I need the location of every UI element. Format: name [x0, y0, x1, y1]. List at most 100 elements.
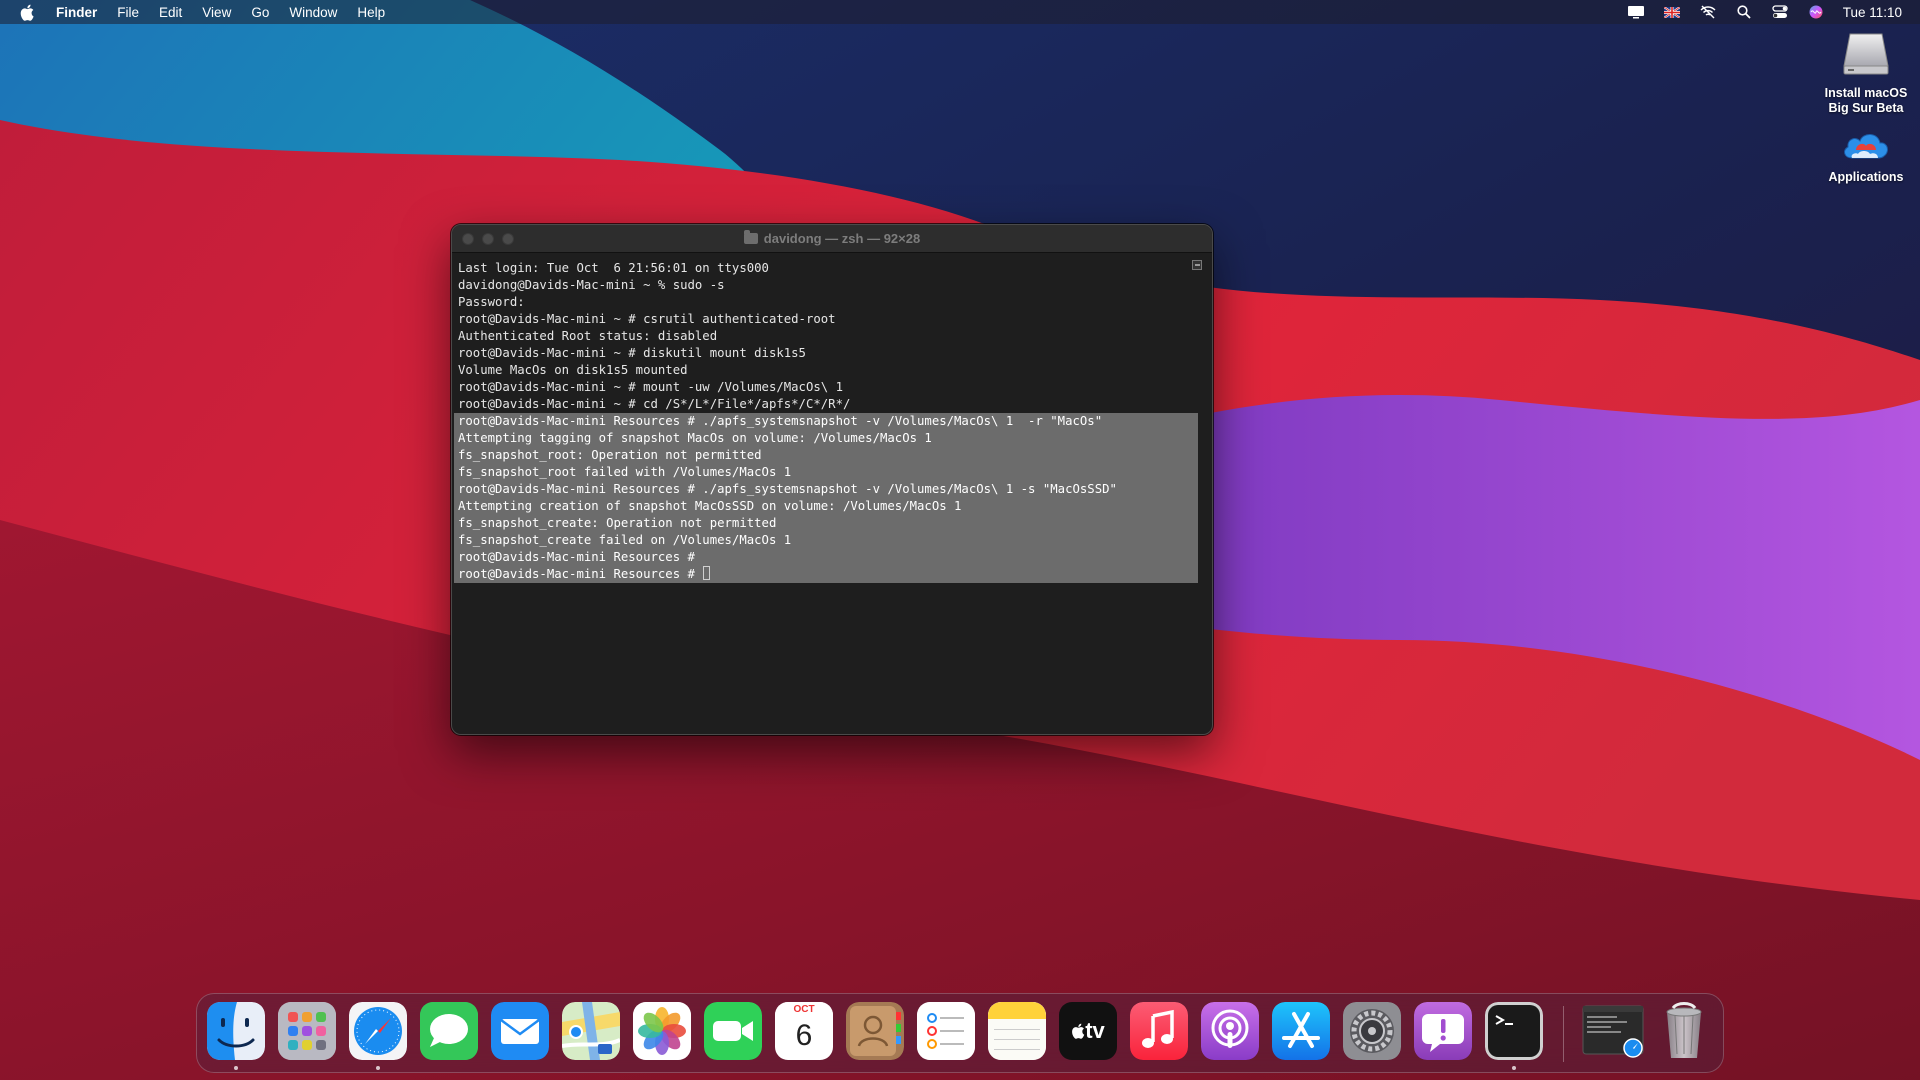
dock-tv[interactable]: tv [1059, 1002, 1117, 1060]
dock-notes[interactable] [988, 1002, 1046, 1060]
apple-logo-icon [1072, 1023, 1085, 1039]
window-title: davidong — zsh — 92×28 [743, 230, 921, 246]
terminal-window[interactable]: davidong — zsh — 92×28 Last login: Tue O… [451, 224, 1213, 735]
terminal-line-selected: root@Davids-Mac-mini Resources # ./apfs_… [454, 413, 1198, 430]
launchpad-icon [278, 1002, 336, 1060]
wifi-off-icon[interactable] [1699, 4, 1717, 20]
menu-go[interactable]: Go [251, 5, 269, 20]
running-indicator [376, 1066, 380, 1070]
dock-feedback-assistant[interactable] [1414, 1002, 1472, 1060]
terminal-output[interactable]: Last login: Tue Oct 6 21:56:01 on ttys00… [452, 254, 1212, 734]
terminal-line: root@Davids-Mac-mini ~ # csrutil authent… [458, 312, 836, 326]
mail-icon [491, 1002, 549, 1060]
terminal-line: davidong@Davids-Mac-mini ~ % sudo -s [458, 278, 725, 292]
music-icon [1130, 1002, 1188, 1060]
close-button[interactable] [462, 233, 474, 245]
gear-icon [1343, 1002, 1401, 1060]
terminal-line-selected: root@Davids-Mac-mini Resources # [454, 549, 1198, 566]
running-indicator [1512, 1066, 1516, 1070]
dock-finder[interactable] [207, 1002, 265, 1060]
app-store-icon [1272, 1002, 1330, 1060]
apple-menu-icon[interactable] [20, 3, 36, 21]
dock-terminal[interactable] [1485, 1002, 1543, 1060]
display-icon[interactable] [1627, 4, 1645, 20]
podcasts-icon [1201, 1002, 1259, 1060]
terminal-line-selected: fs_snapshot_create failed on /Volumes/Ma… [454, 532, 1198, 549]
facetime-icon [704, 1002, 762, 1060]
folder-icon [743, 230, 758, 244]
terminal-line-selected: Attempting tagging of snapshot MacOs on … [454, 430, 1198, 447]
window-title-text: davidong — zsh — 92×28 [763, 231, 921, 246]
menu-file[interactable]: File [117, 5, 139, 20]
siri-icon[interactable] [1807, 4, 1825, 20]
desktop-icon-label: Install macOS [1824, 86, 1908, 100]
terminal-line: root@Davids-Mac-mini ~ # cd /S*/L*/File*… [458, 397, 851, 411]
terminal-line-selected: root@Davids-Mac-mini Resources # ./apfs_… [454, 481, 1198, 498]
dock-calendar[interactable]: OCT 6 [775, 1002, 833, 1060]
dock-podcasts[interactable] [1201, 1002, 1259, 1060]
terminal-icon [1485, 1002, 1543, 1060]
menu-app-finder[interactable]: Finder [56, 5, 97, 20]
terminal-line: Volume MacOs on disk1s5 mounted [458, 363, 688, 377]
dock-mail[interactable] [491, 1002, 549, 1060]
dock-music[interactable] [1130, 1002, 1188, 1060]
terminal-line: Authenticated Root status: disabled [458, 329, 718, 343]
dock: OCT 6 tv [196, 993, 1724, 1073]
terminal-line-selected: Attempting creation of snapshot MacOsSSD… [454, 498, 1198, 515]
dock-facetime[interactable] [704, 1002, 762, 1060]
dock-minimized-window[interactable] [1581, 1002, 1645, 1060]
scroll-marks-icon[interactable] [1192, 260, 1202, 270]
window-controls [462, 233, 514, 245]
dock-separator [1563, 1006, 1564, 1062]
dock-safari[interactable] [349, 1002, 407, 1060]
menu-edit[interactable]: Edit [159, 5, 182, 20]
feedback-icon [1414, 1002, 1472, 1060]
dock-reminders[interactable] [917, 1002, 975, 1060]
terminal-prompt: root@Davids-Mac-mini Resources # [458, 567, 703, 581]
contacts-icon [846, 1002, 904, 1060]
trash-icon [1666, 1002, 1702, 1058]
dock-app-store[interactable] [1272, 1002, 1330, 1060]
terminal-prompt-line[interactable]: root@Davids-Mac-mini Resources # [454, 566, 1198, 583]
terminal-line: Password: [458, 295, 525, 309]
uk-flag-icon[interactable] [1663, 4, 1681, 20]
finder-icon [207, 1002, 265, 1060]
terminal-cursor [703, 566, 711, 580]
zoom-button[interactable] [502, 233, 514, 245]
tv-label: tv [1085, 1018, 1105, 1043]
maps-icon [562, 1002, 620, 1060]
dock-launchpad[interactable] [278, 1002, 336, 1060]
minimize-button[interactable] [482, 233, 494, 245]
desktop-icon-label: Applications [1828, 170, 1904, 184]
photos-icon [633, 1002, 691, 1060]
safari-icon [349, 1002, 407, 1060]
terminal-line-selected: fs_snapshot_root: Operation not permitte… [454, 447, 1198, 464]
desktop-icon-applications[interactable]: Applications [1806, 124, 1920, 185]
dock-trash[interactable] [1655, 1002, 1713, 1060]
menu-view[interactable]: View [202, 5, 231, 20]
menu-window[interactable]: Window [289, 5, 337, 20]
dock-contacts[interactable] [846, 1002, 904, 1060]
menu-clock[interactable]: Tue 11:10 [1843, 5, 1902, 20]
menu-bar: Finder File Edit View Go Window Help Tue… [0, 0, 1920, 24]
desktop-icon-install-macos[interactable]: Install macOS Big Sur Beta [1806, 32, 1920, 116]
drive-icon [1838, 32, 1894, 80]
dock-messages[interactable] [420, 1002, 478, 1060]
terminal-line-selected: fs_snapshot_create: Operation not permit… [454, 515, 1198, 532]
reminders-icon [917, 1002, 975, 1060]
calendar-month: OCT [775, 1002, 833, 1017]
notes-icon [988, 1002, 1046, 1060]
dock-maps[interactable] [562, 1002, 620, 1060]
menu-help[interactable]: Help [357, 5, 385, 20]
calendar-day: 6 [795, 1019, 813, 1052]
terminal-line: root@Davids-Mac-mini ~ # mount -uw /Volu… [458, 380, 843, 394]
desktop-icon-label: Big Sur Beta [1828, 101, 1904, 115]
control-center-icon[interactable] [1771, 4, 1789, 20]
terminal-line-selected: fs_snapshot_root failed with /Volumes/Ma… [454, 464, 1198, 481]
dock-system-preferences[interactable] [1343, 1002, 1401, 1060]
terminal-titlebar[interactable]: davidong — zsh — 92×28 [452, 225, 1212, 253]
running-indicator [234, 1066, 238, 1070]
window-thumbnail-icon [1582, 1005, 1644, 1058]
spotlight-search-icon[interactable] [1735, 4, 1753, 20]
dock-photos[interactable] [633, 1002, 691, 1060]
